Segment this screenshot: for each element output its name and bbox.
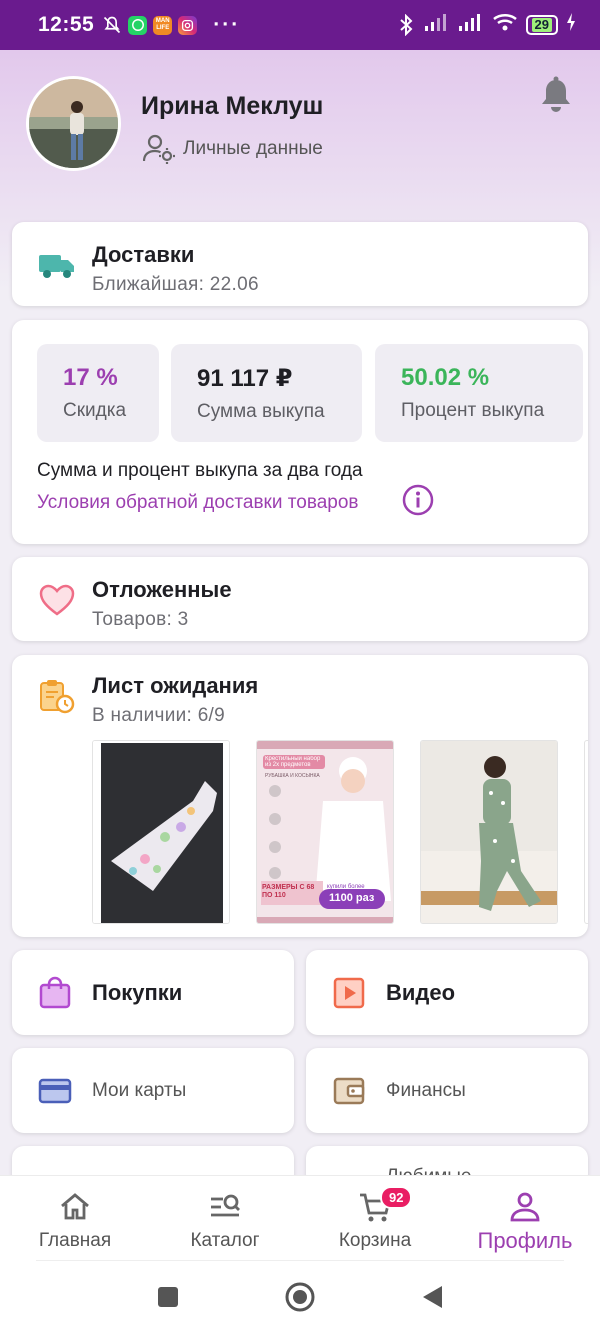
waitlist-product-scarf[interactable] bbox=[92, 740, 230, 924]
christening-bought-label: купили более bbox=[327, 884, 365, 890]
charging-icon bbox=[566, 12, 576, 38]
video-play-icon bbox=[333, 977, 365, 1008]
waitlist-title: Лист ожидания bbox=[92, 673, 259, 698]
purchase-sum-label: Сумма выкупа bbox=[197, 400, 325, 422]
personal-data-label: Личные данные bbox=[183, 138, 323, 159]
system-icons: 29 bbox=[396, 12, 576, 38]
deferred-subtitle: Товаров: 3 bbox=[92, 609, 189, 630]
stats-note: Сумма и процент выкупа за два года bbox=[37, 460, 363, 481]
purchase-sum-box: 91 117 ₽ Сумма выкупа bbox=[171, 344, 362, 442]
instagram-icon bbox=[178, 15, 198, 35]
deferred-card[interactable]: Отложенные Товаров: 3 bbox=[12, 557, 588, 641]
wifi-icon bbox=[492, 12, 518, 38]
cart-count-badge: 92 bbox=[380, 1186, 413, 1209]
bluetooth-icon bbox=[396, 14, 416, 36]
more-notifications-icon: ··· bbox=[213, 13, 241, 36]
nav-profile-label: Профиль bbox=[477, 1228, 573, 1253]
nav-profile[interactable]: Профиль bbox=[450, 1190, 600, 1254]
info-icon[interactable] bbox=[402, 484, 434, 516]
wallet-icon bbox=[333, 1077, 365, 1104]
signal-icon bbox=[424, 12, 450, 38]
christening-caption: РУБАШКА И КОСЫНКА bbox=[265, 773, 320, 779]
nav-cart-label: Корзина bbox=[338, 1230, 412, 1251]
recent-apps-icon[interactable] bbox=[156, 1285, 180, 1309]
home-icon bbox=[61, 1193, 89, 1220]
manlife-app-icon: MAN LIFE bbox=[153, 15, 173, 35]
shopping-bag-icon bbox=[39, 976, 71, 1008]
bell-off-icon bbox=[102, 15, 122, 35]
christening-sizes: РАЗМЕРЫ С 68 ПО 110 bbox=[262, 884, 315, 899]
whatsapp-icon bbox=[128, 15, 148, 35]
status-time: 12:55 bbox=[38, 13, 95, 36]
waitlist-card[interactable]: Лист ожидания В наличии: 6/9 Крестильный… bbox=[12, 655, 588, 937]
nav-catalog-label: Каталог bbox=[190, 1230, 260, 1251]
delivery-title: Доставки bbox=[92, 242, 195, 267]
avatar[interactable] bbox=[26, 76, 121, 171]
video-tile[interactable]: Видео bbox=[306, 950, 588, 1035]
finance-label: Финансы bbox=[386, 1079, 466, 1101]
video-label: Видео bbox=[386, 979, 456, 1005]
purchase-percent-value: 50.02 % bbox=[401, 364, 490, 391]
discount-value: 17 % bbox=[63, 364, 118, 391]
signal-icon-2 bbox=[458, 12, 484, 38]
delivery-subtitle: Ближайшая: 22.06 bbox=[92, 274, 259, 295]
delivery-card[interactable]: Доставки Ближайшая: 22.06 bbox=[12, 222, 588, 306]
truck-icon bbox=[39, 255, 74, 278]
battery-level: 29 bbox=[531, 18, 552, 32]
finance-tile[interactable]: Финансы bbox=[306, 1048, 588, 1133]
my-cards-label: Мои карты bbox=[92, 1079, 187, 1101]
nav-catalog[interactable]: Каталог bbox=[150, 1190, 300, 1252]
nav-home-label: Главная bbox=[38, 1230, 112, 1251]
system-navigation-bar bbox=[0, 1261, 600, 1332]
my-cards-tile[interactable]: Мои карты bbox=[12, 1048, 294, 1133]
purchases-tile[interactable]: Покупки bbox=[12, 950, 294, 1035]
credit-card-icon bbox=[38, 1078, 72, 1103]
back-button-icon[interactable] bbox=[420, 1284, 444, 1310]
waitlist-product-pajamas[interactable] bbox=[420, 740, 558, 924]
bottom-navigation: Главная Каталог 92 Корзина Профиль bbox=[0, 1175, 600, 1261]
user-settings-icon bbox=[143, 134, 175, 164]
battery-icon: 29 bbox=[525, 15, 558, 35]
discount-label: Скидка bbox=[63, 400, 127, 421]
personal-data-link[interactable]: Личные данные bbox=[143, 134, 323, 164]
purchase-percent-label: Процент выкупа bbox=[401, 400, 545, 421]
waitlist-subtitle: В наличии: 6/9 bbox=[92, 705, 226, 726]
status-bar: 12:55 MAN LIFE ··· 29 bbox=[0, 0, 600, 50]
waitlist-product-christening-set[interactable]: Крестильный набор из 2х предметов РУБАШК… bbox=[256, 740, 394, 924]
christening-banner: Крестильный набор из 2х предметов bbox=[265, 756, 321, 768]
purchase-stats-card: 17 % Скидка 91 117 ₽ Сумма выкупа 50.02 … bbox=[12, 320, 588, 544]
heart-icon bbox=[39, 584, 75, 616]
clipboard-clock-icon bbox=[40, 680, 75, 714]
nav-home[interactable]: Главная bbox=[0, 1190, 150, 1252]
notifications-bell-icon[interactable] bbox=[538, 76, 574, 114]
waitlist-product-partial[interactable] bbox=[584, 740, 588, 924]
return-conditions-link[interactable]: Условия обратной доставки товаров bbox=[37, 492, 359, 514]
deferred-title: Отложенные bbox=[92, 577, 232, 602]
user-name: Ирина Меклуш bbox=[141, 92, 324, 120]
notification-icons: MAN LIFE ··· bbox=[102, 13, 240, 37]
profile-icon bbox=[510, 1192, 540, 1222]
purchases-label: Покупки bbox=[92, 979, 183, 1005]
nav-cart[interactable]: 92 Корзина bbox=[300, 1186, 450, 1252]
purchase-percent-box: 50.02 % Процент выкупа bbox=[375, 344, 583, 442]
christening-bought-count: 1100 раз bbox=[329, 892, 375, 904]
purchase-sum-value: 91 117 ₽ bbox=[197, 364, 293, 392]
discount-box: 17 % Скидка bbox=[37, 344, 159, 442]
home-button-icon[interactable] bbox=[284, 1281, 316, 1313]
catalog-search-icon bbox=[211, 1194, 240, 1217]
